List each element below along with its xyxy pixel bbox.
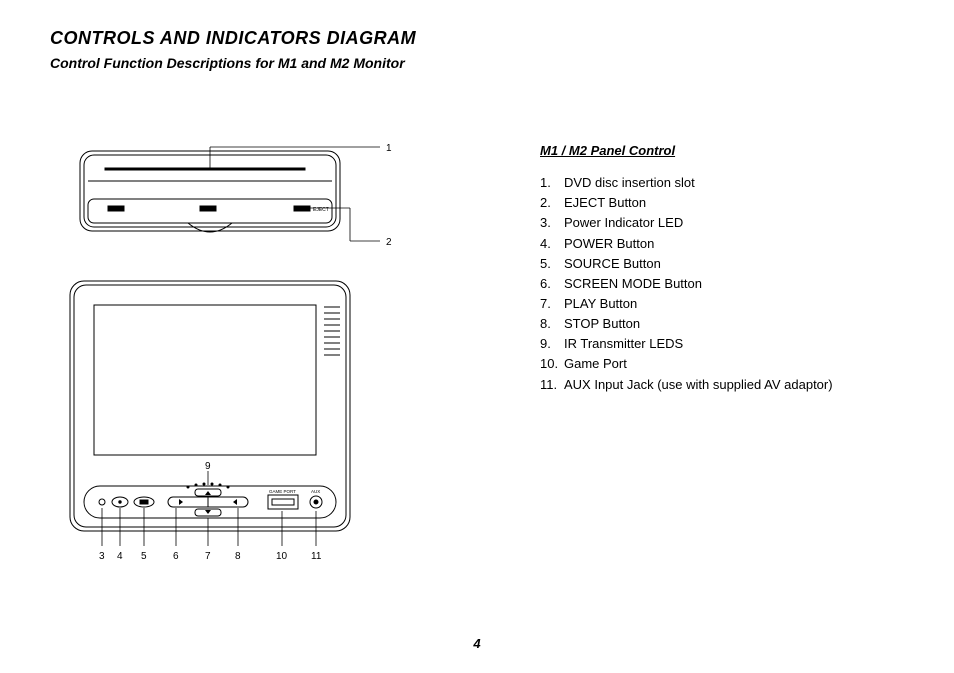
list-item: 3.Power Indicator LED [540,213,904,233]
callout-4: 4 [117,551,123,562]
list-item: 4.POWER Button [540,234,904,254]
legend-list: 1.DVD disc insertion slot 2.EJECT Button… [540,173,904,395]
callout-2: 2 [386,237,392,248]
aux-label: AUX [311,489,320,494]
callout-5: 5 [141,551,147,562]
legend-title: M1 / M2 Panel Control [540,141,904,161]
list-item: 10.Game Port [540,354,904,374]
top-device-diagram: EJECT 1 2 [50,141,430,251]
game-port-label: GAME PORT [269,489,296,494]
list-item: 5.SOURCE Button [540,254,904,274]
callout-11: 11 [311,551,322,562]
legend-column: M1 / M2 Panel Control 1.DVD disc inserti… [470,141,904,571]
page-title: CONTROLS AND INDICATORS DIAGRAM [50,28,904,49]
monitor-diagram: GAME PORT AUX 9 [50,271,430,571]
list-item: 1.DVD disc insertion slot [540,173,904,193]
list-item: 2.EJECT Button [540,193,904,213]
list-item: 6.SCREEN MODE Button [540,274,904,294]
callout-8: 8 [235,551,241,562]
page-subtitle: Control Function Descriptions for M1 and… [50,55,904,71]
diagram-column: EJECT 1 2 [50,141,470,571]
callout-10: 10 [276,551,288,562]
page-number: 4 [0,636,954,651]
callout-1: 1 [386,143,392,154]
callout-6: 6 [173,551,179,562]
list-item: 11.AUX Input Jack (use with supplied AV … [540,375,904,395]
list-item: 9.IR Transmitter LEDS [540,334,904,354]
callout-9: 9 [205,461,211,472]
list-item: 7.PLAY Button [540,294,904,314]
list-item: 8.STOP Button [540,314,904,334]
callout-7: 7 [205,551,211,562]
callout-3: 3 [99,551,105,562]
